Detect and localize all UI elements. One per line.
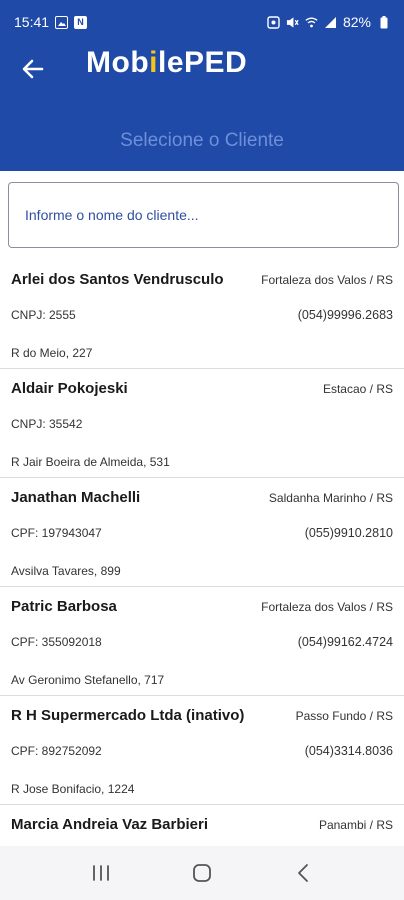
app-header: MobilePED Selecione o Cliente (0, 44, 404, 171)
client-address: R Jair Boeira de Almeida, 531 (11, 455, 170, 469)
status-left: 15:41 N (14, 14, 88, 30)
arrow-left-icon (22, 59, 44, 79)
client-document: CNPJ: 35542 (11, 417, 83, 431)
client-city: Fortaleza dos Valos / RS (261, 600, 393, 614)
client-name: Aldair Pokojeski (11, 380, 128, 397)
client-phone: (054)3314.8036 (304, 744, 393, 758)
back-button[interactable] (16, 52, 50, 86)
app-title-accent: i (149, 46, 158, 79)
signal-icon (324, 16, 337, 29)
client-name: Arlei dos Santos Vendrusculo (11, 271, 224, 288)
client-document: CPF: 197943047 (11, 526, 102, 540)
app-title: MobilePED (86, 46, 247, 80)
client-list-item[interactable]: Arlei dos Santos Vendrusculo Fortaleza do… (0, 260, 404, 369)
client-address: R Jose Bonifacio, 1224 (11, 782, 135, 796)
status-time: 15:41 (14, 14, 50, 30)
home-button[interactable] (182, 853, 222, 893)
app-title-part: Mob (86, 46, 150, 79)
client-city: Estacao / RS (322, 382, 393, 396)
client-city: Panambi / RS (318, 818, 393, 832)
page-subtitle: Selecione o Cliente (120, 130, 284, 151)
recent-apps-button[interactable] (81, 853, 121, 893)
client-search-input[interactable] (25, 207, 382, 223)
app-notification-icon: N (74, 15, 88, 29)
client-address: Avsilva Tavares, 899 (11, 564, 121, 578)
home-icon (193, 864, 211, 882)
client-document: CPF: 892752092 (11, 744, 102, 758)
client-list-item[interactable]: Patric Barbosa Fortaleza dos Valos / RS C… (0, 587, 404, 696)
gallery-notification-icon (55, 15, 69, 29)
client-name: Patric Barbosa (11, 598, 117, 615)
client-name: R H Supermercado Ltda (inativo) (11, 707, 245, 724)
client-document: CPF: 355092018 (11, 635, 102, 649)
client-list-item[interactable]: Marcia Andreia Vaz Barbieri Panambi / RS (0, 805, 404, 846)
client-phone: (054)99996.2683 (297, 308, 393, 322)
client-name: Janathan Machelli (11, 489, 141, 506)
status-bar: 15:41 N 82% (0, 0, 404, 44)
mute-icon (286, 16, 299, 29)
app-title-part: lePED (157, 46, 248, 79)
nav-back-button[interactable] (283, 853, 323, 893)
status-right: 82% (267, 14, 390, 30)
wifi-icon (305, 16, 318, 29)
battery-text: 82% (342, 14, 371, 30)
client-city: Saldanha Marinho / RS (268, 491, 393, 505)
system-nav-bar (0, 846, 404, 900)
client-phone: (055)9910.2810 (304, 526, 393, 540)
client-address: Av Geronimo Stefanello, 717 (11, 673, 165, 687)
alarm-icon (267, 15, 280, 29)
nav-back-icon (298, 864, 309, 882)
client-document: CNPJ: 2555 (11, 308, 76, 322)
client-city: Passo Fundo / RS (295, 709, 393, 723)
client-list-item[interactable]: Janathan Machelli Saldanha Marinho / RS C… (0, 478, 404, 587)
client-address: R do Meio, 227 (11, 346, 93, 360)
client-name: Marcia Andreia Vaz Barbieri (11, 816, 209, 833)
client-city: Fortaleza dos Valos / RS (261, 273, 393, 287)
search-box (8, 182, 399, 248)
client-phone: (054)99162.4724 (297, 635, 393, 649)
client-list-item[interactable]: Aldair Pokojeski Estacao / RS CNPJ: 35542… (0, 369, 404, 478)
client-list-item[interactable]: R H Supermercado Ltda (inativo) Passo Fun… (0, 696, 404, 805)
recent-apps-icon (92, 865, 109, 881)
battery-icon (377, 15, 390, 29)
client-list: Arlei dos Santos Vendrusculo Fortaleza do… (0, 260, 404, 846)
